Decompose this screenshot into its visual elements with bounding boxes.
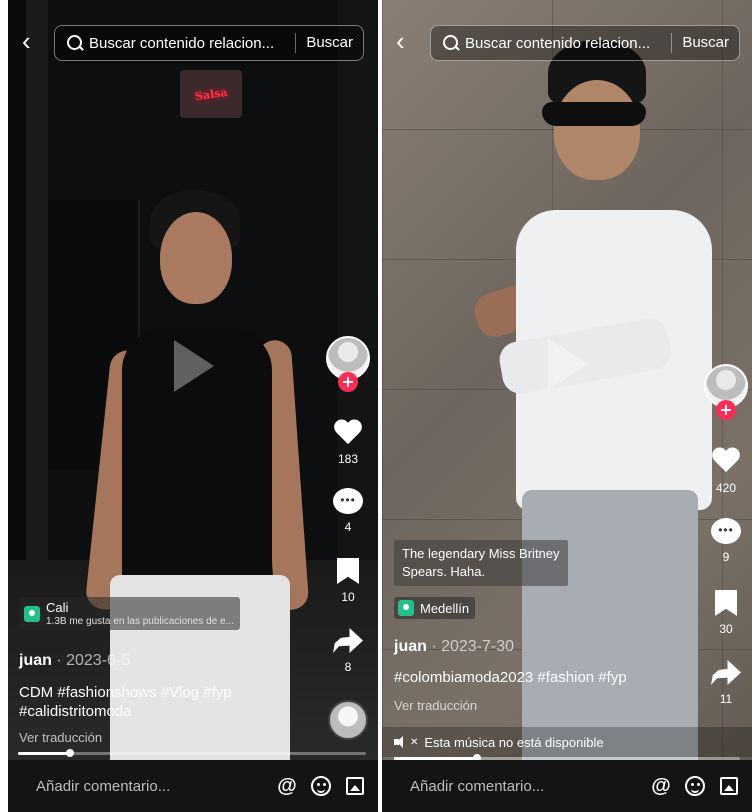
search-bar[interactable]: Buscar contenido relacion... Buscar — [54, 25, 364, 61]
search-icon — [443, 35, 459, 51]
search-input[interactable]: Buscar contenido relacion... — [89, 35, 295, 52]
back-arrow-icon[interactable]: ‹ — [22, 28, 40, 54]
comment-button[interactable] — [331, 488, 365, 514]
author-line[interactable]: juan · 2023-6-5 — [19, 652, 130, 670]
like-button[interactable] — [709, 448, 743, 476]
heart-icon — [333, 420, 363, 448]
video-caption: #colombiamoda2023 #fashion #fyp — [394, 668, 714, 687]
emoji-button[interactable] — [310, 775, 332, 797]
search-button[interactable]: Buscar — [295, 33, 363, 53]
author-line[interactable]: juan · 2023-7-30 — [394, 638, 514, 656]
share-button[interactable] — [331, 628, 365, 654]
comment-count: 4 — [344, 520, 352, 534]
share-button[interactable] — [709, 660, 743, 686]
comment-bubble-icon — [333, 488, 363, 514]
see-translation-link[interactable]: Ver traducción — [394, 698, 477, 713]
save-button[interactable] — [709, 590, 743, 616]
caption-line: #calidistritomoda — [19, 703, 132, 720]
mute-x-icon: ✕ — [410, 736, 419, 748]
heart-icon — [711, 448, 741, 476]
post-date: · 2023-6-5 — [51, 652, 131, 669]
video-panel-right[interactable]: ‹ Buscar contenido relacion... Buscar + … — [382, 0, 752, 812]
post-date: · 2023-7-30 — [426, 638, 515, 655]
search-bar[interactable]: Buscar contenido relacion... Buscar — [430, 25, 740, 61]
location-tag[interactable]: Cali 1.3B me gusta en las publicaciones … — [20, 597, 240, 630]
neon-sign: Salsa — [180, 70, 242, 118]
video-progress-bar[interactable] — [18, 749, 366, 757]
see-translation-link[interactable]: Ver traducción — [19, 730, 102, 745]
follow-plus-icon[interactable]: + — [716, 400, 736, 420]
like-count: 183 — [337, 452, 359, 466]
sunglasses — [542, 102, 646, 126]
comment-input[interactable]: Añadir comentario... — [410, 778, 650, 795]
mention-at-icon[interactable]: @ — [276, 775, 298, 797]
video-panel-left[interactable]: Salsa ‹ Buscar contenido relacion... Bus… — [8, 0, 378, 812]
speaker-icon — [394, 736, 408, 748]
bookmark-icon — [337, 558, 359, 584]
author-name[interactable]: juan — [394, 638, 427, 655]
like-button[interactable] — [331, 420, 365, 448]
author-name[interactable]: juan — [19, 652, 52, 669]
comment-count: 9 — [722, 550, 730, 564]
share-count: 8 — [344, 660, 352, 674]
share-arrow-icon — [711, 660, 741, 685]
image-icon — [720, 777, 738, 795]
image-button[interactable] — [344, 775, 366, 797]
save-count: 30 — [719, 622, 733, 636]
search-icon — [67, 35, 83, 51]
search-input[interactable]: Buscar contenido relacion... — [465, 35, 671, 52]
comment-bar: Añadir comentario... @ — [382, 760, 752, 812]
music-disc-icon[interactable] — [328, 700, 368, 740]
person-figure — [84, 190, 318, 765]
emoji-icon — [311, 776, 331, 796]
image-button[interactable] — [718, 775, 740, 797]
comment-bubble-icon — [711, 518, 741, 544]
share-count: 11 — [719, 692, 733, 706]
music-status-row: ✕ Esta música no está disponible — [382, 727, 752, 757]
share-arrow-icon — [333, 628, 363, 653]
play-overlay-icon[interactable] — [548, 338, 588, 390]
save-button[interactable] — [331, 558, 365, 584]
caption-line: CDM #fashionshows #Vlog #fyp — [19, 684, 232, 701]
video-caption: CDM #fashionshows #Vlog #fyp #calidistri… — [19, 683, 319, 721]
music-unavailable-text: Esta música no está disponible — [424, 734, 604, 750]
location-pin-icon — [398, 600, 414, 616]
follow-plus-icon[interactable]: + — [338, 372, 358, 392]
progress-fill — [18, 752, 71, 755]
image-icon — [346, 777, 364, 795]
save-count: 10 — [341, 590, 355, 604]
caption-line: #colombiamoda2023 #fashion #fyp — [394, 669, 627, 686]
location-name: Medellín — [420, 600, 470, 616]
comment-input[interactable]: Añadir comentario... — [36, 778, 276, 795]
back-arrow-icon[interactable]: ‹ — [396, 28, 414, 54]
quote-sticker: The legendary Miss Britney Spears. Haha. — [394, 540, 568, 586]
emoji-icon — [685, 776, 705, 796]
location-tag[interactable]: Medellín — [394, 597, 476, 619]
search-button[interactable]: Buscar — [671, 33, 739, 53]
bookmark-icon — [715, 590, 737, 616]
location-pin-icon — [24, 605, 40, 622]
like-count: 420 — [715, 481, 737, 495]
location-name: Cali — [46, 600, 69, 615]
mention-at-icon[interactable]: @ — [650, 775, 672, 797]
emoji-button[interactable] — [684, 775, 706, 797]
location-subtitle: 1.3B me gusta en las publicaciones de e.… — [46, 616, 234, 627]
play-overlay-icon[interactable] — [174, 340, 214, 392]
quote-line: The legendary Miss Britney — [402, 546, 560, 561]
quote-line: Spears. Haha. — [402, 564, 486, 579]
comment-button[interactable] — [709, 518, 743, 544]
comment-bar: Añadir comentario... @ — [8, 760, 378, 812]
